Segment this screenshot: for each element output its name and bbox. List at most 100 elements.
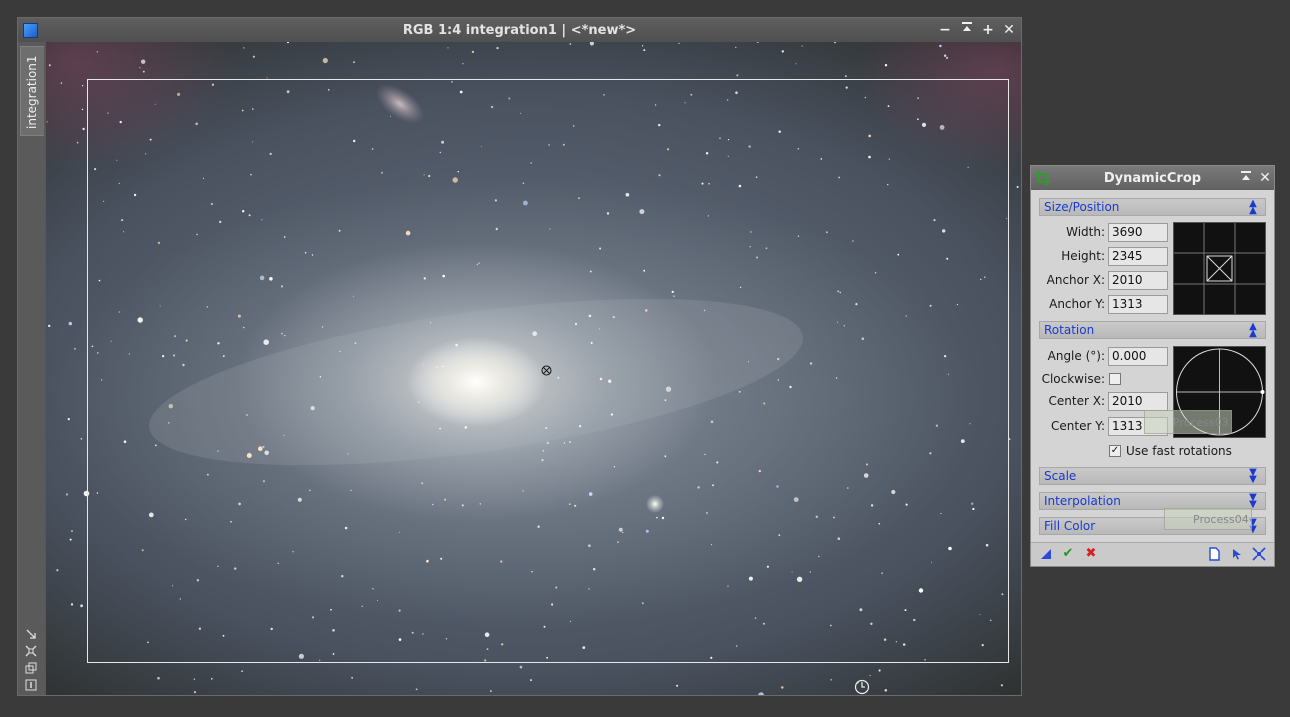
star — [60, 82, 63, 84]
section-scale[interactable]: Scale ▼ ▼ — [1039, 467, 1266, 485]
star — [65, 493, 69, 496]
section-size-position[interactable]: Size/Position ▲ ▲ — [1039, 198, 1266, 216]
star — [795, 63, 797, 65]
star — [845, 75, 847, 77]
star — [462, 63, 464, 65]
expand-icon[interactable]: ▼ ▼ — [1247, 468, 1259, 485]
star — [193, 691, 197, 694]
star — [139, 67, 141, 69]
view-selector-strip: integration1 — [18, 42, 45, 695]
star — [945, 56, 949, 60]
star — [141, 59, 146, 64]
shade-icon[interactable] — [958, 21, 976, 39]
star — [1016, 186, 1019, 188]
reset-icon[interactable] — [1252, 547, 1266, 561]
section-rotation[interactable]: Rotation ▲ ▲ — [1039, 321, 1266, 339]
angle-label: Angle (°): — [1047, 349, 1105, 363]
center-x-field[interactable]: 2010 — [1108, 392, 1168, 411]
star — [678, 42, 680, 45]
new-instance-icon[interactable] — [1039, 547, 1053, 561]
collapse-icon[interactable]: ▲ ▲ — [1247, 199, 1259, 216]
zoom-fit-icon[interactable] — [25, 645, 37, 657]
clockwise-checkbox[interactable] — [1109, 373, 1121, 385]
panel-close-icon[interactable]: ✕ — [1256, 169, 1274, 187]
expand-icon[interactable]: ▼ ▼ — [1247, 493, 1259, 510]
star — [878, 669, 881, 672]
star — [322, 57, 328, 64]
height-field[interactable]: 2345 — [1108, 247, 1168, 266]
view-tab-integration1[interactable]: integration1 — [20, 46, 44, 136]
star — [48, 324, 51, 328]
star — [56, 569, 59, 572]
rotation-handle-icon[interactable] — [854, 679, 870, 695]
star — [211, 678, 213, 680]
star — [830, 678, 833, 681]
star — [76, 141, 79, 144]
dynamic-crop-titlebar[interactable]: DynamicCrop ✕ — [1031, 166, 1274, 190]
image-window-titlebar[interactable]: RGB 1:4 integration1 | <*new*> − + ✕ — [18, 18, 1021, 42]
browse-documentation-icon[interactable] — [1207, 547, 1221, 561]
maximize-icon[interactable]: + — [979, 21, 997, 39]
width-field[interactable]: 3690 — [1108, 223, 1168, 242]
star — [353, 61, 355, 64]
info-panel-icon[interactable] — [25, 679, 37, 691]
image-canvas[interactable] — [46, 42, 1021, 695]
star — [243, 47, 245, 49]
star — [96, 51, 99, 53]
star — [71, 530, 73, 533]
star — [519, 665, 523, 669]
clone-view-icon[interactable] — [25, 662, 37, 674]
anchor-y-field[interactable]: 1313 — [1108, 295, 1168, 314]
star — [471, 50, 474, 53]
anchor-grid-preview[interactable] — [1173, 222, 1266, 315]
dynamic-crop-toolbar: ✔ ✖ — [1031, 542, 1274, 566]
star — [193, 678, 196, 680]
star — [643, 49, 646, 52]
section-label: Interpolation — [1044, 494, 1121, 508]
star — [252, 55, 255, 58]
arrow-down-right-icon[interactable] — [25, 628, 37, 640]
clockwise-label: Clockwise: — [1041, 372, 1105, 386]
section-label: Fill Color — [1044, 519, 1096, 533]
star — [80, 438, 83, 440]
close-icon[interactable]: ✕ — [1000, 21, 1018, 39]
star — [82, 127, 85, 131]
section-label: Rotation — [1044, 323, 1095, 337]
anchor-x-label: Anchor X: — [1046, 273, 1105, 287]
panel-shade-icon[interactable] — [1237, 169, 1255, 187]
star — [48, 64, 51, 67]
star — [884, 64, 888, 67]
star — [351, 677, 353, 679]
process03-ghost-icon[interactable]: Process03 — [1144, 410, 1232, 434]
star — [833, 42, 837, 44]
center-y-label: Center Y: — [1051, 419, 1105, 433]
star — [157, 676, 160, 680]
star — [781, 50, 784, 53]
star — [869, 674, 871, 677]
star — [589, 42, 594, 46]
star — [490, 690, 492, 692]
star — [415, 688, 418, 691]
cancel-x-icon[interactable]: ✖ — [1084, 547, 1098, 561]
dynamic-crop-panel: DynamicCrop ✕ Size/Position ▲ ▲ Width: 36… — [1030, 165, 1275, 567]
track-view-icon[interactable] — [1230, 547, 1244, 561]
fast-rotations-checkbox[interactable]: ✓ — [1109, 445, 1121, 457]
collapse-icon[interactable]: ▲ ▲ — [1247, 322, 1259, 339]
angle-field[interactable]: 0.000 — [1108, 347, 1168, 366]
star — [287, 42, 289, 44]
star — [939, 44, 942, 48]
star — [69, 538, 72, 541]
minimize-icon[interactable]: − — [936, 21, 954, 39]
star — [758, 692, 764, 695]
star — [884, 689, 888, 692]
star — [530, 679, 532, 682]
center-x-label: Center X: — [1048, 394, 1105, 408]
anchor-x-field[interactable]: 2010 — [1108, 271, 1168, 290]
star — [74, 347, 76, 350]
crop-center-marker[interactable] — [541, 365, 552, 376]
process04-ghost-icon[interactable]: Process04 — [1164, 508, 1252, 530]
fast-rotations-label: Use fast rotations — [1126, 444, 1232, 458]
section-label: Scale — [1044, 469, 1077, 483]
star — [68, 321, 72, 326]
apply-check-icon[interactable]: ✔ — [1061, 547, 1075, 561]
